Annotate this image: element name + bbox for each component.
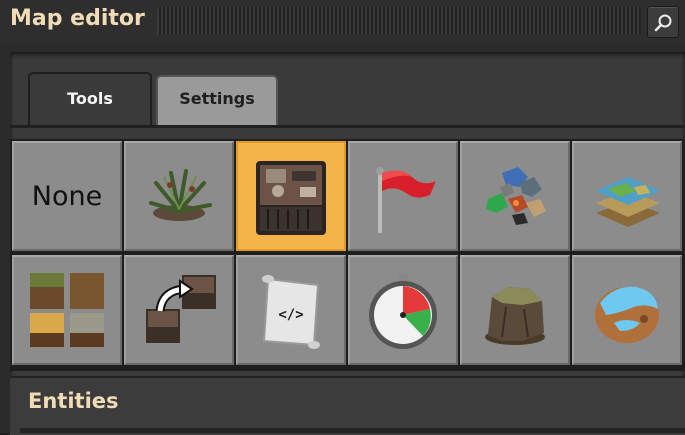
tool-tiles-button[interactable] (12, 255, 122, 365)
tool-planets-button[interactable] (572, 255, 682, 365)
script-scroll-icon: </> (262, 275, 320, 349)
drag-handle[interactable] (157, 7, 641, 35)
tool-scripts-button[interactable]: </> (236, 255, 346, 365)
section-title: Entities (28, 389, 119, 413)
section-divider (20, 428, 685, 433)
search-icon (654, 14, 672, 32)
planet-icon (595, 286, 659, 343)
stopwatch-icon (369, 273, 437, 349)
tool-cliffs-button[interactable] (460, 255, 570, 365)
clone-arrow-icon (146, 275, 216, 343)
ore-pile-icon (486, 167, 546, 225)
assembling-machine-icon (256, 161, 326, 235)
plant-icon (149, 169, 212, 221)
window-title: Map editor (10, 6, 145, 31)
rock-icon (485, 287, 545, 345)
svg-text:</>: </> (278, 307, 303, 323)
tool-entities-button[interactable] (236, 141, 346, 251)
tool-forces-button[interactable] (348, 141, 458, 251)
tab-settings[interactable]: Settings (156, 75, 278, 125)
tool-surfaces-button[interactable] (572, 141, 682, 251)
search-button[interactable] (647, 6, 679, 38)
tool-decoratives-button[interactable] (124, 141, 234, 251)
map-editor-window: Map editor Tools Settings None </> Entit… (0, 0, 685, 435)
tool-none-button[interactable]: None (12, 141, 122, 251)
tool-resources-button[interactable] (460, 141, 570, 251)
red-flag-icon (376, 167, 436, 233)
tool-grid: None </> (10, 139, 685, 371)
tool-clone-button[interactable] (124, 255, 234, 365)
tab-divider (10, 125, 685, 128)
tab-tools[interactable]: Tools (28, 72, 152, 126)
tool-time-button[interactable] (348, 255, 458, 365)
map-layers-icon (596, 177, 660, 227)
tile-squares-icon (30, 273, 104, 347)
tool-none-label: None (31, 180, 103, 212)
title-bar: Map editor (0, 0, 685, 44)
